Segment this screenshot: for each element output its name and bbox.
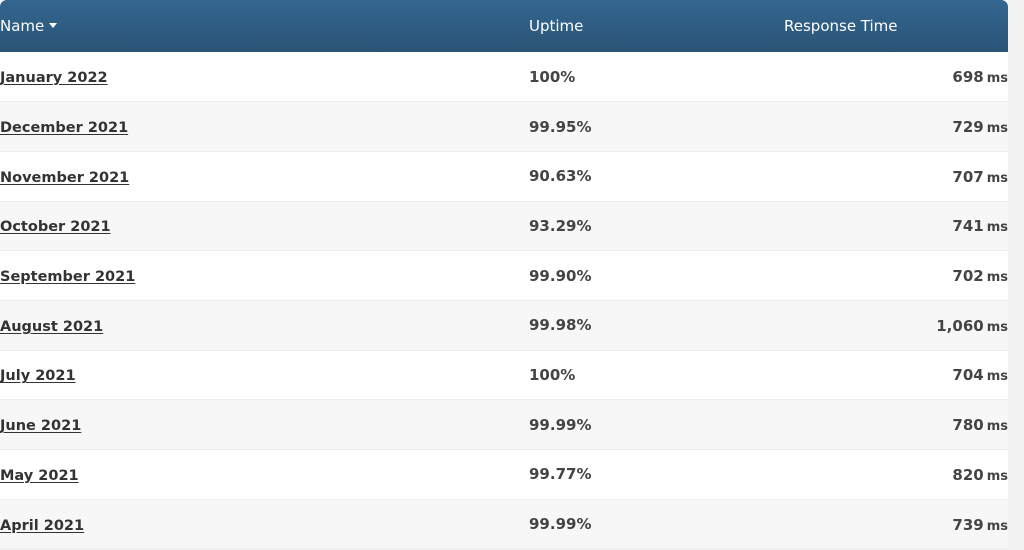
response-time-value: 707: [952, 167, 984, 186]
response-time-value: 741: [952, 217, 984, 236]
table-row: May 2021 99.77% 820 ms: [0, 449, 1008, 500]
response-time-unit: ms: [986, 319, 1008, 335]
cell-response-time: 820 ms: [784, 450, 1008, 500]
column-header-response-time[interactable]: Response Time: [784, 0, 1008, 52]
table-row: September 2021 99.90% 702 ms: [0, 250, 1008, 301]
sort-descending-icon[interactable]: [49, 23, 58, 28]
response-time-value: 729: [952, 118, 984, 137]
cell-uptime: 93.29%: [529, 216, 592, 235]
response-time-value: 702: [952, 267, 984, 286]
month-report-link[interactable]: April 2021: [0, 518, 84, 534]
response-time-unit: ms: [986, 220, 1008, 236]
cell-month: December 2021: [0, 102, 529, 152]
table-row: November 2021 90.63% 707 ms: [0, 151, 1008, 202]
month-report-link[interactable]: November 2021: [0, 170, 129, 186]
cell-month: November 2021: [0, 151, 529, 201]
cell-uptime: 99.99%: [529, 515, 592, 534]
table-row: December 2021 99.95% 729 ms: [0, 101, 1008, 152]
cell-response-time: 729 ms: [784, 102, 1008, 152]
uptime-status-table-container: Name Uptime Response Time January 2022 10…: [0, 0, 1008, 550]
month-report-link[interactable]: May 2021: [0, 468, 79, 484]
month-report-link[interactable]: July 2021: [0, 368, 76, 384]
response-time-unit: ms: [986, 518, 1008, 534]
response-time-value: 1,060: [936, 316, 984, 335]
column-header-uptime[interactable]: Uptime: [529, 0, 784, 52]
response-time-unit: ms: [986, 419, 1008, 435]
response-time-value: 739: [952, 515, 984, 534]
cell-month: August 2021: [0, 300, 529, 350]
table-row: July 2021 100% 704 ms: [0, 350, 1008, 400]
column-header-uptime-label: Uptime: [529, 17, 584, 35]
table-body: January 2022 100% 698 ms December 2021 99.95%…: [0, 52, 1008, 549]
month-report-link[interactable]: June 2021: [0, 418, 81, 434]
table-row: April 2021 99.99% 739 ms: [0, 499, 1008, 549]
month-report-link[interactable]: October 2021: [0, 219, 111, 235]
response-time-unit: ms: [986, 270, 1008, 286]
cell-response-time: 780 ms: [784, 400, 1008, 450]
cell-uptime: 100%: [529, 67, 576, 86]
cell-month: September 2021: [0, 251, 529, 301]
table-header: Name Uptime Response Time: [0, 0, 1008, 52]
cell-uptime: 99.98%: [529, 316, 592, 335]
cell-response-time: 1,060 ms: [784, 300, 1008, 350]
month-report-link[interactable]: August 2021: [0, 319, 103, 335]
cell-response-time: 702 ms: [784, 251, 1008, 301]
column-header-name-label: Name: [0, 17, 45, 35]
cell-response-time: 704 ms: [784, 350, 1008, 400]
cell-month: July 2021: [0, 350, 529, 400]
cell-uptime: 100%: [529, 365, 576, 384]
cell-response-time: 707 ms: [784, 151, 1008, 201]
response-time-value: 780: [952, 416, 984, 435]
table-row: January 2022 100% 698 ms: [0, 52, 1008, 102]
cell-month: October 2021: [0, 201, 529, 251]
response-time-value: 698: [952, 68, 984, 87]
month-report-link[interactable]: September 2021: [0, 269, 135, 285]
cell-month: May 2021: [0, 450, 529, 500]
response-time-unit: ms: [986, 121, 1008, 137]
cell-response-time: 698 ms: [784, 52, 1008, 102]
table-row: October 2021 93.29% 741 ms: [0, 201, 1008, 251]
table-row: August 2021 99.98% 1,060 ms: [0, 300, 1008, 351]
cell-response-time: 741 ms: [784, 201, 1008, 251]
table-row: June 2021 99.99% 780 ms: [0, 399, 1008, 450]
cell-uptime: 90.63%: [529, 167, 592, 186]
uptime-status-table: Name Uptime Response Time January 2022 10…: [0, 0, 1008, 549]
cell-month: April 2021: [0, 499, 529, 549]
response-time-unit: ms: [986, 71, 1008, 87]
cell-month: January 2022: [0, 52, 529, 102]
cell-month: June 2021: [0, 400, 529, 450]
cell-uptime: 99.95%: [529, 117, 592, 136]
month-report-link[interactable]: December 2021: [0, 120, 128, 136]
cell-uptime: 99.90%: [529, 266, 592, 285]
response-time-unit: ms: [986, 369, 1008, 385]
response-time-unit: ms: [986, 468, 1008, 484]
column-header-name[interactable]: Name: [0, 0, 529, 52]
response-time-value: 820: [952, 465, 984, 484]
cell-response-time: 739 ms: [784, 499, 1008, 549]
cell-uptime: 99.99%: [529, 415, 592, 434]
cell-uptime: 99.77%: [529, 465, 592, 484]
response-time-unit: ms: [986, 170, 1008, 186]
response-time-value: 704: [952, 366, 984, 385]
table-header-row: Name Uptime Response Time: [0, 0, 1008, 52]
column-header-response-time-label: Response Time: [784, 17, 898, 35]
month-report-link[interactable]: January 2022: [0, 70, 108, 86]
